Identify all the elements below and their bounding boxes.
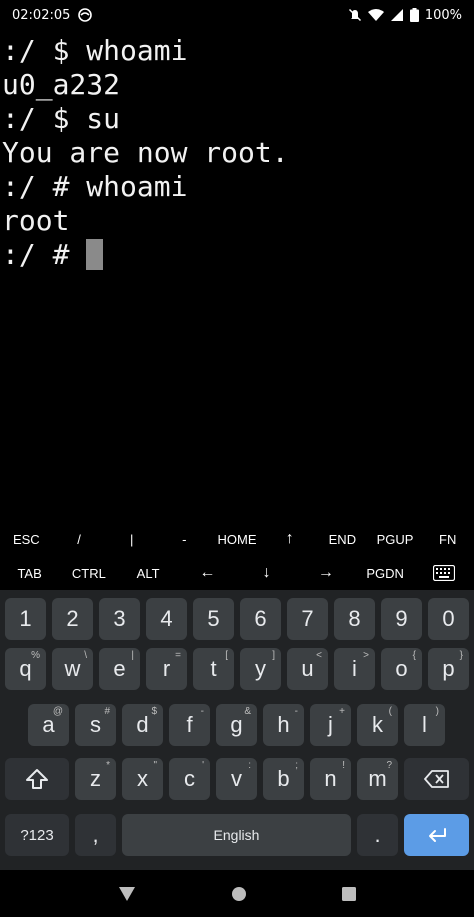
key-t[interactable]: [t bbox=[193, 648, 234, 690]
extra-key-tab[interactable]: TAB bbox=[0, 556, 59, 590]
key-e[interactable]: | e bbox=[99, 648, 140, 690]
soft-keyboard: 1 2 3 4 5 6 7 8 9 0 % q \ w | e = r [t ] y < u… bbox=[0, 590, 474, 870]
extra-key-fn[interactable]: FN bbox=[421, 522, 474, 556]
key-7[interactable]: 7 bbox=[287, 598, 328, 640]
key-6[interactable]: 6 bbox=[240, 598, 281, 640]
terminal-view[interactable]: :/ $ whoami u0_a232 :/ $ su You are now … bbox=[0, 34, 474, 520]
key-n[interactable]: ! n bbox=[310, 758, 351, 800]
extra-key-home[interactable]: HOME bbox=[211, 522, 264, 556]
terminal-line: :/ $ su bbox=[2, 102, 121, 135]
battery-percent: 100% bbox=[424, 7, 462, 23]
status-right: 100% bbox=[348, 8, 462, 23]
back-icon[interactable] bbox=[118, 886, 136, 902]
wifi-icon bbox=[367, 8, 384, 22]
terminal-cursor bbox=[86, 239, 104, 270]
backspace-icon bbox=[423, 770, 450, 788]
extra-key-end[interactable]: END bbox=[316, 522, 369, 556]
keyboard-icon bbox=[433, 565, 456, 581]
app-notification-icon bbox=[78, 8, 93, 22]
extra-key-down-arrow[interactable]: ↓ bbox=[237, 556, 296, 590]
status-bar: 02:02:05 100% bbox=[0, 0, 474, 30]
extra-key-up-arrow[interactable]: ↑ bbox=[263, 522, 316, 556]
extra-key-pipe[interactable]: | bbox=[105, 522, 158, 556]
dnd-off-icon bbox=[348, 8, 362, 22]
keyboard-toggle-button[interactable] bbox=[415, 556, 474, 590]
key-j[interactable]: + j bbox=[310, 704, 351, 746]
key-o[interactable]: {o bbox=[381, 648, 422, 690]
extra-key-slash[interactable]: / bbox=[53, 522, 106, 556]
space-key[interactable]: English bbox=[122, 814, 351, 856]
terminal-line: u0_a232 bbox=[2, 68, 121, 101]
key-0[interactable]: 0 bbox=[428, 598, 469, 640]
key-1[interactable]: 1 bbox=[5, 598, 46, 640]
signal-icon bbox=[390, 8, 404, 22]
key-f[interactable]: -f bbox=[169, 704, 210, 746]
terminal-line: :/ # whoami bbox=[2, 170, 188, 203]
extra-keys-bar: ESC / | - HOME ↑ END PGUP FN TAB CTRL AL… bbox=[0, 522, 474, 590]
shift-icon bbox=[25, 768, 49, 790]
key-d[interactable]: $ d bbox=[122, 704, 163, 746]
key-r[interactable]: = r bbox=[146, 648, 187, 690]
terminal-line: :/ $ whoami bbox=[2, 34, 188, 67]
terminal-line: You are now root. bbox=[2, 136, 289, 169]
key-y[interactable]: ] y bbox=[240, 648, 281, 690]
key-v[interactable]: :v bbox=[216, 758, 257, 800]
key-p[interactable]: } p bbox=[428, 648, 469, 690]
battery-icon bbox=[409, 8, 419, 22]
extra-key-pgdn[interactable]: PGDN bbox=[356, 556, 415, 590]
extra-key-left-arrow[interactable]: ← bbox=[178, 556, 237, 590]
key-4[interactable]: 4 bbox=[146, 598, 187, 640]
navigation-bar bbox=[0, 870, 474, 917]
extra-key-dash[interactable]: - bbox=[158, 522, 211, 556]
home-icon[interactable] bbox=[231, 886, 247, 902]
key-2[interactable]: 2 bbox=[52, 598, 93, 640]
extra-keys-row-1: ESC / | - HOME ↑ END PGUP FN bbox=[0, 522, 474, 556]
shift-key[interactable] bbox=[5, 758, 69, 800]
key-b[interactable]: ; b bbox=[263, 758, 304, 800]
key-z[interactable]: * z bbox=[75, 758, 116, 800]
enter-key[interactable] bbox=[404, 814, 469, 856]
key-i[interactable]: > i bbox=[334, 648, 375, 690]
key-x[interactable]: " x bbox=[122, 758, 163, 800]
extra-key-pgup[interactable]: PGUP bbox=[369, 522, 422, 556]
key-q[interactable]: % q bbox=[5, 648, 46, 690]
period-key[interactable]: . bbox=[357, 814, 398, 856]
status-time: 02:02:05 bbox=[12, 7, 71, 23]
key-u[interactable]: < u bbox=[287, 648, 328, 690]
enter-icon bbox=[426, 827, 448, 843]
key-9[interactable]: 9 bbox=[381, 598, 422, 640]
backspace-key[interactable] bbox=[404, 758, 469, 800]
extra-key-esc[interactable]: ESC bbox=[0, 522, 53, 556]
extra-key-right-arrow[interactable]: → bbox=[296, 556, 355, 590]
extra-keys-row-2: TAB CTRL ALT ← ↓ → PGDN bbox=[0, 556, 474, 590]
key-g[interactable]: & g bbox=[216, 704, 257, 746]
extra-key-ctrl[interactable]: CTRL bbox=[59, 556, 118, 590]
terminal-prompt-line: :/ # bbox=[0, 238, 474, 272]
extra-key-alt[interactable]: ALT bbox=[119, 556, 178, 590]
key-w[interactable]: \ w bbox=[52, 648, 93, 690]
key-a[interactable]: @ a bbox=[28, 704, 69, 746]
key-m[interactable]: ? m bbox=[357, 758, 398, 800]
key-5[interactable]: 5 bbox=[193, 598, 234, 640]
recents-icon[interactable] bbox=[342, 886, 357, 901]
key-l[interactable]: ) l bbox=[404, 704, 445, 746]
comma-key[interactable]: , bbox=[75, 814, 116, 856]
key-h[interactable]: -h bbox=[263, 704, 304, 746]
key-s[interactable]: # s bbox=[75, 704, 116, 746]
key-c[interactable]: ' c bbox=[169, 758, 210, 800]
status-left: 02:02:05 bbox=[12, 7, 93, 23]
symbols-key[interactable]: ?123 bbox=[5, 814, 69, 856]
terminal-line: root bbox=[2, 204, 70, 237]
key-3[interactable]: 3 bbox=[99, 598, 140, 640]
terminal-prompt: :/ # bbox=[2, 238, 87, 271]
key-8[interactable]: 8 bbox=[334, 598, 375, 640]
key-k[interactable]: (k bbox=[357, 704, 398, 746]
